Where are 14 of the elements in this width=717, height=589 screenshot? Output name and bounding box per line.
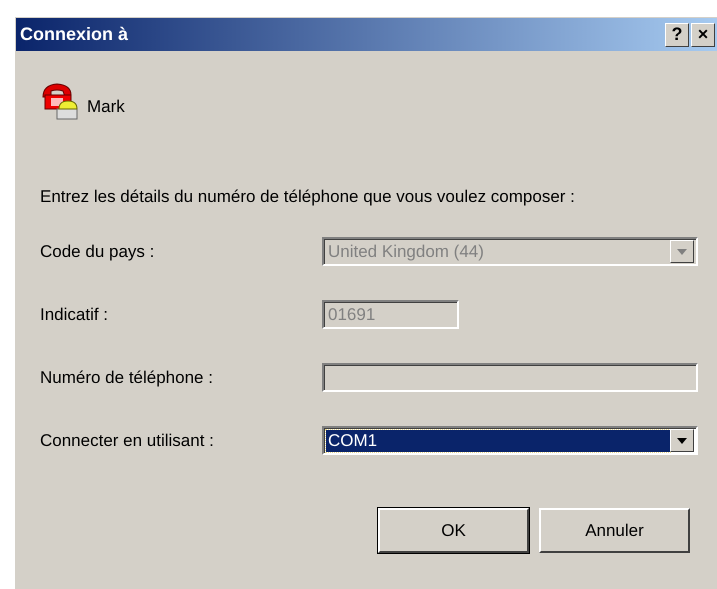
dropdown-arrow-icon [677, 248, 687, 254]
ok-button[interactable]: OK [378, 508, 529, 553]
instruction-text: Entrez les détails du numéro de téléphone que vous voulez composer : [40, 187, 576, 207]
help-button[interactable]: ? [665, 22, 689, 46]
field-label: Numéro de téléphone : [40, 368, 214, 388]
field-label: Connecter en utilisant : [40, 430, 215, 450]
field-label: Indicatif : [40, 304, 110, 324]
close-button[interactable]: × [691, 22, 715, 46]
field-label: Code du pays : [40, 242, 156, 262]
connection-name: Mark [87, 97, 125, 117]
window-title: Connexion à [20, 24, 128, 45]
cancel-button[interactable]: Annuler [539, 508, 690, 553]
dropdown-arrow-icon [677, 438, 687, 444]
dropdown-field[interactable]: COM1 [322, 426, 698, 455]
